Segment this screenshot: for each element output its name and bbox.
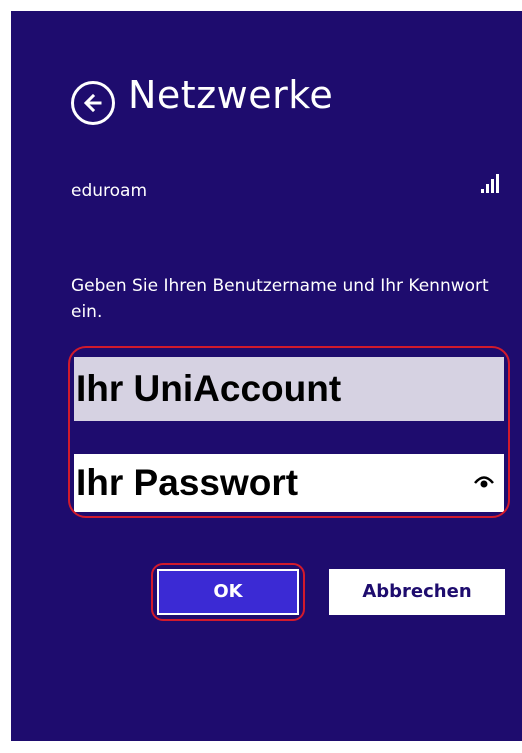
username-value: Ihr UniAccount xyxy=(76,368,342,409)
instruction-text: Geben Sie Ihren Benutzername und Ihr Ken… xyxy=(71,276,489,322)
password-value: Ihr Passwort xyxy=(76,462,299,503)
wifi-signal-icon xyxy=(481,171,503,193)
password-input[interactable]: Ihr Passwort xyxy=(74,454,504,512)
network-name: eduroam xyxy=(71,181,148,201)
ok-button[interactable]: OK xyxy=(157,569,299,615)
cancel-button[interactable]: Abbrechen xyxy=(329,569,505,615)
username-input[interactable]: Ihr UniAccount xyxy=(74,357,504,421)
page-title: Netzwerke xyxy=(128,73,334,117)
arrow-left-icon xyxy=(83,93,102,113)
password-reveal-icon[interactable] xyxy=(474,474,494,488)
network-login-panel: Netzwerke eduroam Geben Sie Ihren Benutz… xyxy=(11,11,522,741)
back-button[interactable] xyxy=(71,81,115,125)
